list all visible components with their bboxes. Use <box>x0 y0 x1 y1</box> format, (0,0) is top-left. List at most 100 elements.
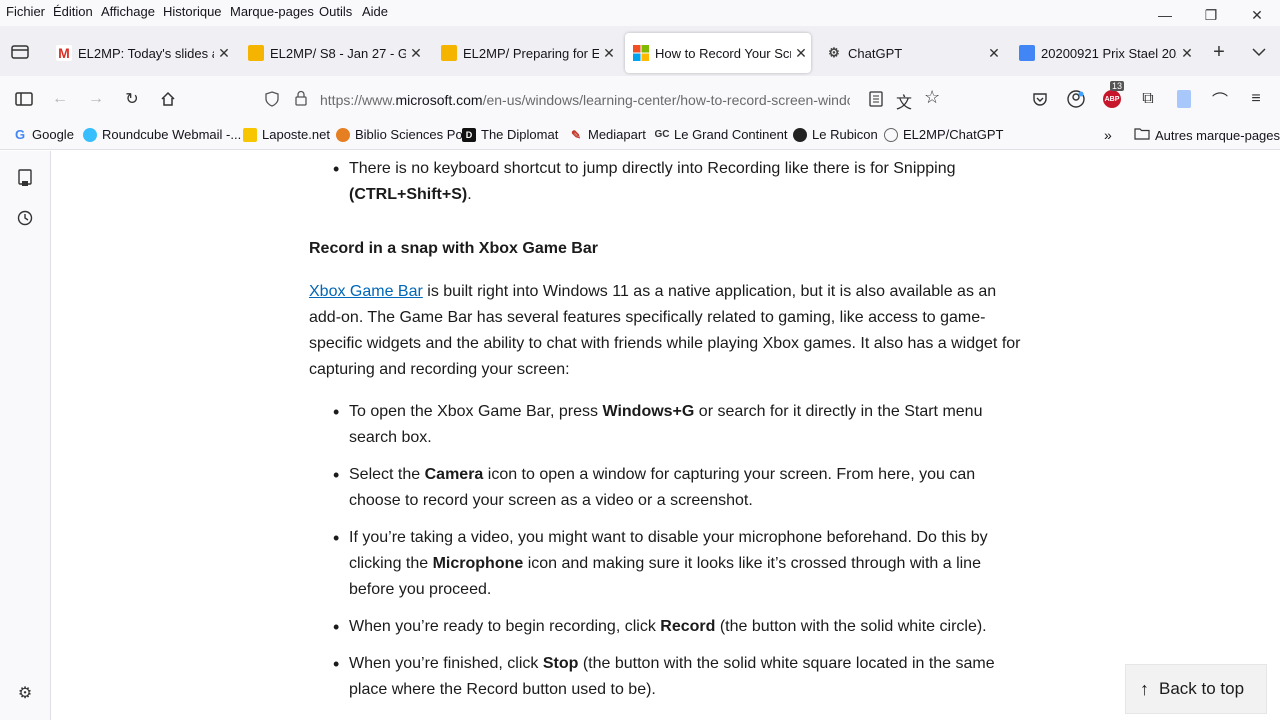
menu-bar: Fichier Édition Affichage Historique Mar… <box>0 0 1280 26</box>
docs-extension-button[interactable] <box>1172 87 1196 111</box>
menu-historique[interactable]: Historique <box>163 4 222 19</box>
lock-icon[interactable] <box>294 90 308 109</box>
bookmark-grand-continent[interactable]: GC Le Grand Continent <box>654 127 788 142</box>
sidebar-settings-button[interactable]: ⚙ <box>15 683 35 703</box>
list-item: When you’re ready to begin recording, cl… <box>309 614 1029 640</box>
gmail-icon: M <box>56 45 72 61</box>
bookmarks-toolbar: G Google Roundcube Webmail -... Laposte.n… <box>0 122 1280 150</box>
docs-icon <box>1019 45 1035 61</box>
new-tab-button[interactable]: + <box>1207 40 1231 64</box>
tab-microsoft-record[interactable]: How to Record Your Scree ✕ <box>625 33 811 73</box>
tab-docs-prix-stael[interactable]: 20200921 Prix Stael 2022 ✕ <box>1011 33 1197 73</box>
xbox-game-bar-link[interactable]: Xbox Game Bar <box>309 283 423 300</box>
intro-paragraph: Xbox Game Bar is built right into Window… <box>309 283 1021 378</box>
reload-button[interactable]: ↻ <box>120 87 144 111</box>
bookmark-roundcube[interactable]: Roundcube Webmail -... <box>83 127 241 142</box>
tab-title: 20200921 Prix Stael 2022 <box>1041 45 1177 61</box>
url-bar[interactable]: https://www.microsoft.com/en-us/windows/… <box>256 84 956 114</box>
tab-close-icon[interactable]: ✕ <box>214 45 234 62</box>
list-item: Select the Camera icon to open a window … <box>309 462 1029 514</box>
arrow-left-icon: ← <box>52 90 68 107</box>
bookmark-diplomat[interactable]: D The Diplomat <box>462 127 558 142</box>
sidebar-synced-tabs-button[interactable] <box>15 168 35 188</box>
bookmark-laposte[interactable]: Laposte.net <box>243 127 330 142</box>
tab-close-icon[interactable]: ✕ <box>984 45 1004 62</box>
bookmark-mediapart[interactable]: ✎ Mediapart <box>569 127 646 142</box>
chevron-double-right-icon: » <box>1104 127 1112 143</box>
roundcube-icon <box>83 127 97 142</box>
bookmark-google[interactable]: G Google <box>13 127 74 142</box>
other-bookmarks[interactable]: Autres marque-pages <box>1134 127 1280 143</box>
forward-button[interactable]: → <box>84 87 108 111</box>
extensions-button[interactable]: ⧉ <box>1136 87 1160 111</box>
tab-close-icon[interactable]: ✕ <box>791 45 811 62</box>
back-to-top-button[interactable]: ↑ Back to top <box>1125 664 1267 714</box>
bookmark-star-icon[interactable]: ☆ <box>924 87 940 108</box>
tab-close-icon[interactable]: ✕ <box>406 45 426 62</box>
reload-icon: ↻ <box>125 91 139 108</box>
chatgpt-icon: ⚙ <box>828 45 840 60</box>
home-icon <box>161 91 175 106</box>
tab-close-icon[interactable]: ✕ <box>599 45 619 62</box>
page-content: There is no keyboard shortcut to jump di… <box>52 151 1280 720</box>
bookmark-el2mp-chatgpt[interactable]: EL2MP/ChatGPT <box>884 127 1003 142</box>
menu-outils[interactable]: Outils <box>319 4 352 19</box>
account-icon <box>1067 90 1085 108</box>
translate-icon[interactable]: 文 <box>896 89 912 113</box>
bookmark-rubicon[interactable]: Le Rubicon <box>793 127 878 142</box>
hamburger-icon: ≡ <box>1251 90 1261 107</box>
list-item: There is no keyboard shortcut to jump di… <box>309 156 1029 208</box>
firefox-view-button[interactable] <box>8 40 32 64</box>
bookmark-biblio[interactable]: Biblio Sciences Po <box>336 127 463 142</box>
tracking-protection-icon[interactable] <box>264 91 280 110</box>
url-text[interactable]: https://www.microsoft.com/en-us/windows/… <box>320 92 850 108</box>
tab-title: EL2MP/ Preparing for Ex1 <box>463 45 599 61</box>
laposte-icon <box>243 127 257 142</box>
menu-affichage[interactable]: Affichage <box>101 4 155 19</box>
tab-gmail[interactable]: M EL2MP: Today's slides and ✕ <box>48 33 234 73</box>
list-all-tabs-button[interactable] <box>1247 40 1271 64</box>
microsoft-icon <box>633 45 649 61</box>
list-item: To open the Xbox Game Bar, press Windows… <box>309 399 1029 451</box>
home-button[interactable] <box>156 87 180 111</box>
steps-list: To open the Xbox Game Bar, press Windows… <box>309 399 1029 714</box>
docs-icon <box>1177 90 1191 108</box>
tab-chatgpt[interactable]: ⚙ ChatGPT ✕ <box>818 33 1004 73</box>
app-menu-button[interactable]: ≡ <box>1244 87 1268 111</box>
tab-slides-s8[interactable]: EL2MP/ S8 - Jan 27 - Goo ✕ <box>240 33 426 73</box>
tab-slides-preparing[interactable]: EL2MP/ Preparing for Ex1 ✕ <box>433 33 619 73</box>
tab-bar: M EL2MP: Today's slides and ✕ EL2MP/ S8 … <box>0 26 1280 76</box>
list-item: If you’re taking a video, you might want… <box>309 525 1029 603</box>
menu-fichier[interactable]: Fichier <box>6 4 45 19</box>
globe-icon <box>884 127 898 142</box>
arrow-up-icon: ↑ <box>1140 678 1149 699</box>
arc-icon: ⌒ <box>1211 93 1228 110</box>
reader-view-icon[interactable] <box>869 91 883 110</box>
adblock-icon: ABP <box>1103 90 1121 108</box>
bookmarks-overflow-button[interactable]: » <box>1104 127 1112 143</box>
menu-aide[interactable]: Aide <box>362 4 388 19</box>
account-button[interactable] <box>1064 87 1088 111</box>
extension-button[interactable]: ⌒ <box>1208 87 1232 111</box>
pocket-button[interactable] <box>1028 87 1052 111</box>
tab-close-icon[interactable]: ✕ <box>1177 45 1197 62</box>
adblock-extension-button[interactable]: ABP 13 <box>1100 81 1125 111</box>
arrow-right-icon: → <box>88 90 104 107</box>
biblio-icon <box>336 127 350 142</box>
restore-icon: ❐ <box>1204 6 1218 23</box>
pocket-icon <box>1033 93 1047 106</box>
folder-icon <box>1134 127 1150 143</box>
menu-edition[interactable]: Édition <box>53 4 93 19</box>
menu-marque-pages[interactable]: Marque-pages <box>230 4 314 19</box>
tab-title: EL2MP: Today's slides and <box>78 45 214 61</box>
sidebar: ⚙ <box>0 151 51 720</box>
sidebar-toggle-button[interactable] <box>12 87 36 111</box>
back-button[interactable]: ← <box>48 87 72 111</box>
navigation-bar: ← → ↻ https://www.microsoft.com/en-us/wi… <box>0 76 1280 122</box>
gc-icon: GC <box>654 129 670 140</box>
sidebar-history-button[interactable] <box>15 208 35 228</box>
gear-icon: ⚙ <box>17 685 33 702</box>
tab-title: EL2MP/ S8 - Jan 27 - Goo <box>270 45 406 61</box>
rubicon-icon <box>793 127 807 142</box>
close-icon: ✕ <box>1251 6 1263 23</box>
